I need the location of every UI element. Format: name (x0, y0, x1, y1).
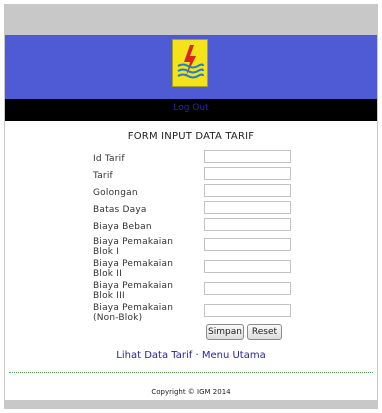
divider (9, 372, 373, 373)
menu-utama-link[interactable]: Menu Utama (202, 350, 266, 361)
bottom-bar (5, 400, 377, 408)
biaya-beban-input[interactable] (204, 218, 291, 231)
lihat-data-tarif-link[interactable]: Lihat Data Tarif (116, 350, 192, 361)
field-label: Batas Daya (93, 205, 147, 215)
field-label: Golongan (93, 188, 138, 198)
field-label: Id Tarif (93, 154, 125, 164)
pln-logo-icon (172, 39, 208, 87)
link-separator: · (195, 350, 199, 361)
field-label: Biaya Beban (93, 222, 152, 232)
nav-bar: Log Out (5, 99, 377, 121)
form-title: FORM INPUT DATA TARIF (127, 131, 255, 142)
reset-button[interactable]: Reset (247, 324, 282, 340)
tarif-input[interactable] (204, 167, 291, 180)
golongan-input[interactable] (204, 184, 291, 197)
logout-link[interactable]: Log Out (5, 103, 377, 113)
id-tarif-input[interactable] (204, 150, 291, 163)
simpan-button[interactable]: Simpan (206, 324, 244, 340)
header-banner (5, 35, 377, 99)
field-label: Biaya Pemakaian (Non-Blok) (93, 303, 174, 323)
biaya-non-blok-input[interactable] (204, 304, 291, 317)
biaya-blok-3-input[interactable] (204, 282, 291, 295)
field-label: Tarif (93, 171, 113, 181)
footer-links: Lihat Data Tarif · Menu Utama (5, 350, 377, 361)
field-label: Biaya Pemakaian Blok II (93, 259, 174, 279)
top-bar (5, 5, 377, 35)
field-label: Biaya Pemakaian Blok III (93, 281, 174, 301)
biaya-blok-1-input[interactable] (204, 238, 291, 251)
batas-daya-input[interactable] (204, 201, 291, 214)
field-label: Biaya Pemakaian Blok I (93, 237, 174, 257)
biaya-blok-2-input[interactable] (204, 260, 291, 273)
page-frame: Log Out FORM INPUT DATA TARIF Id Tarif T… (4, 4, 378, 409)
copyright-text: Copyright © IGM 2014 (151, 388, 231, 396)
